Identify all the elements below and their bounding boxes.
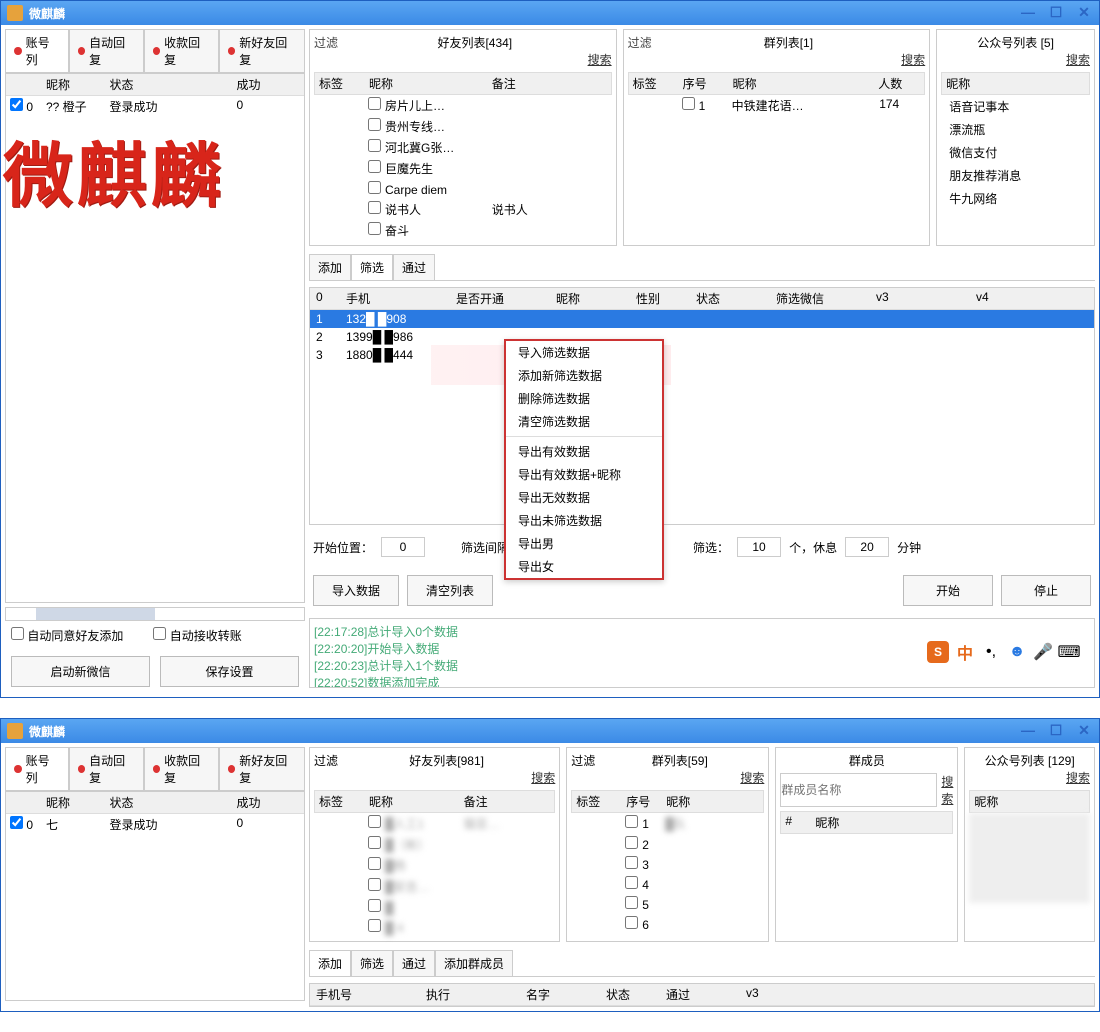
groups-panel: 过滤群列表[1] 搜索 标签序号昵称人数 1中铁建花语…174	[623, 29, 931, 246]
groups-title: 群列表[1]	[764, 34, 813, 51]
group-members-panel: 群成员 搜索 #昵称	[775, 747, 958, 942]
start-button[interactable]: 开始	[903, 575, 993, 606]
account-table: 昵称 状态 成功 0 ?? 橙子 登录成功 0	[5, 73, 305, 603]
minimize-icon[interactable]: —	[1017, 721, 1039, 739]
friends-title: 好友列表[434]	[437, 34, 512, 51]
stop-button[interactable]: 停止	[1001, 575, 1091, 606]
filter-params: 开始位置： 筛选间隔：-秒 筛选：个，休息分钟	[309, 531, 1095, 563]
friends-panel: 过滤好友列表[981] 搜索 标签昵称备注 █人工1猫亚… █（彬） █杨 █安…	[309, 747, 560, 942]
tab-autoreply[interactable]: 自动回复	[69, 29, 144, 72]
ime-toolbar: S 中 •, ☻ 🎤 ⌨	[927, 641, 1079, 663]
account-row[interactable]: 0 七 登录成功 0	[6, 814, 304, 835]
rest-input[interactable]	[845, 537, 889, 557]
menu-export-male[interactable]: 导出男	[506, 532, 662, 555]
import-data-button[interactable]: 导入数据	[313, 575, 399, 606]
ime-emoji-icon[interactable]: ☻	[1007, 642, 1027, 662]
ime-punct-icon[interactable]: •,	[981, 642, 1001, 662]
window-title: 微麒麟	[29, 5, 65, 22]
groups-search-link[interactable]: 搜索	[571, 769, 764, 786]
col-blank	[173, 76, 237, 93]
col-checkbox	[10, 76, 46, 93]
tab-pass[interactable]: 通过	[393, 950, 435, 976]
col-nick: 昵称	[46, 76, 110, 93]
public-accounts-panel: 公众号列表 [5] 搜索 昵称 语音记事本 漂流瓶 微信支付 朋友推荐消息 牛九…	[936, 29, 1095, 246]
maximize-icon[interactable]: ☐	[1045, 3, 1067, 21]
action-tabbar: 添加 筛选 通过	[309, 254, 1095, 281]
friends-search-link[interactable]: 搜索	[314, 51, 612, 68]
groups-search-link[interactable]: 搜索	[628, 51, 926, 68]
filter-row[interactable]: 21399█ █986	[310, 328, 1094, 346]
ime-lang-icon[interactable]: 中	[955, 642, 975, 662]
titlebar: 微麒麟 — ☐ ✕	[1, 719, 1099, 743]
action-tabbar: 添加 筛选 通过 添加群成员	[309, 950, 1095, 977]
sogou-ime-icon[interactable]: S	[927, 641, 949, 663]
window-title: 微麒麟	[29, 723, 65, 740]
clear-list-button[interactable]: 清空列表	[407, 575, 493, 606]
filter-row[interactable]: 1132█ █908	[310, 310, 1094, 328]
minimize-icon[interactable]: —	[1017, 3, 1039, 21]
close-icon[interactable]: ✕	[1073, 721, 1095, 739]
context-menu: 导入筛选数据 添加新筛选数据 删除筛选数据 清空筛选数据 导出有效数据 导出有效…	[504, 339, 664, 580]
tab-add[interactable]: 添加	[309, 254, 351, 280]
app-icon	[7, 723, 23, 739]
filter-count-input[interactable]	[737, 537, 781, 557]
maximize-icon[interactable]: ☐	[1045, 721, 1067, 739]
menu-add-filter[interactable]: 添加新筛选数据	[506, 364, 662, 387]
tab-payreply[interactable]: 收款回复	[144, 747, 219, 790]
tab-accounts[interactable]: 账号列	[5, 29, 69, 72]
close-icon[interactable]: ✕	[1073, 3, 1095, 21]
launch-wechat-button[interactable]: 启动新微信	[11, 656, 150, 687]
window-2: 微麒麟 — ☐ ✕ 账号列 自动回复 收款回复 新好友回复 昵称 状态 成功	[0, 718, 1100, 1012]
menu-export-invalid[interactable]: 导出无效数据	[506, 486, 662, 509]
window-1: 微麒麟 — ☐ ✕ 微麒麟 账号列 自动回复 收款回复 新好友回复 昵称 状态	[0, 0, 1100, 698]
app-icon	[7, 5, 23, 21]
filter-row[interactable]: 31880█ █444	[310, 346, 1094, 364]
tab-payreply[interactable]: 收款回复	[144, 29, 219, 72]
account-row[interactable]: 0 ?? 橙子 登录成功 0	[6, 96, 304, 117]
pubs-title: 公众号列表 [5]	[941, 34, 1090, 51]
menu-export-valid[interactable]: 导出有效数据	[506, 440, 662, 463]
menu-import-filter[interactable]: 导入筛选数据	[506, 341, 662, 364]
menu-delete-filter[interactable]: 删除筛选数据	[506, 387, 662, 410]
left-tabbar: 账号列 自动回复 收款回复 新好友回复	[5, 29, 305, 73]
scrollbar-h[interactable]	[5, 607, 305, 621]
menu-export-unfiltered[interactable]: 导出未筛选数据	[506, 509, 662, 532]
col-success: 成功	[237, 76, 301, 93]
tab-pass[interactable]: 通过	[393, 254, 435, 280]
friends-search-link[interactable]: 搜索	[314, 769, 555, 786]
tab-add-members[interactable]: 添加群成员	[435, 950, 513, 976]
pubs-search-link[interactable]: 搜索	[941, 51, 1090, 68]
tab-autoreply[interactable]: 自动回复	[69, 747, 144, 790]
filter-table: 0 手机 是否开通 昵称 性别 状态 筛选微信 v3 v4 1132█ █908…	[309, 287, 1095, 525]
public-accounts-panel: 公众号列表 [129] 搜索 昵称	[964, 747, 1095, 942]
tab-filter[interactable]: 筛选	[351, 950, 393, 976]
tab-add[interactable]: 添加	[309, 950, 351, 976]
tab-accounts[interactable]: 账号列	[5, 747, 69, 790]
start-pos-input[interactable]	[381, 537, 425, 557]
tab-filter[interactable]: 筛选	[351, 254, 393, 280]
account-checkbox[interactable]	[10, 98, 23, 111]
titlebar: 微麒麟 — ☐ ✕	[1, 1, 1099, 25]
save-settings-button[interactable]: 保存设置	[160, 656, 299, 687]
auto-recv-checkbox[interactable]: 自动接收转账	[153, 627, 241, 644]
menu-export-female[interactable]: 导出女	[506, 555, 662, 578]
groups-panel: 过滤群列表[59] 搜索 标签序号昵称 1█队 2 3 4 5 6	[566, 747, 769, 942]
auto-agree-checkbox[interactable]: 自动同意好友添加	[11, 627, 123, 644]
menu-export-valid-nick[interactable]: 导出有效数据+昵称	[506, 463, 662, 486]
col-status: 状态	[110, 76, 174, 93]
friends-panel: 过滤好友列表[434] 搜索 标签昵称备注 房片儿上… 贵州专线… 河北冀G张……	[309, 29, 617, 246]
tab-newfriend[interactable]: 新好友回复	[219, 29, 305, 72]
ime-mic-icon[interactable]: 🎤	[1033, 642, 1053, 662]
member-name-input[interactable]	[780, 773, 937, 807]
ime-keyboard-icon[interactable]: ⌨	[1059, 642, 1079, 662]
tab-newfriend[interactable]: 新好友回复	[219, 747, 305, 790]
menu-clear-filter[interactable]: 清空筛选数据	[506, 410, 662, 433]
